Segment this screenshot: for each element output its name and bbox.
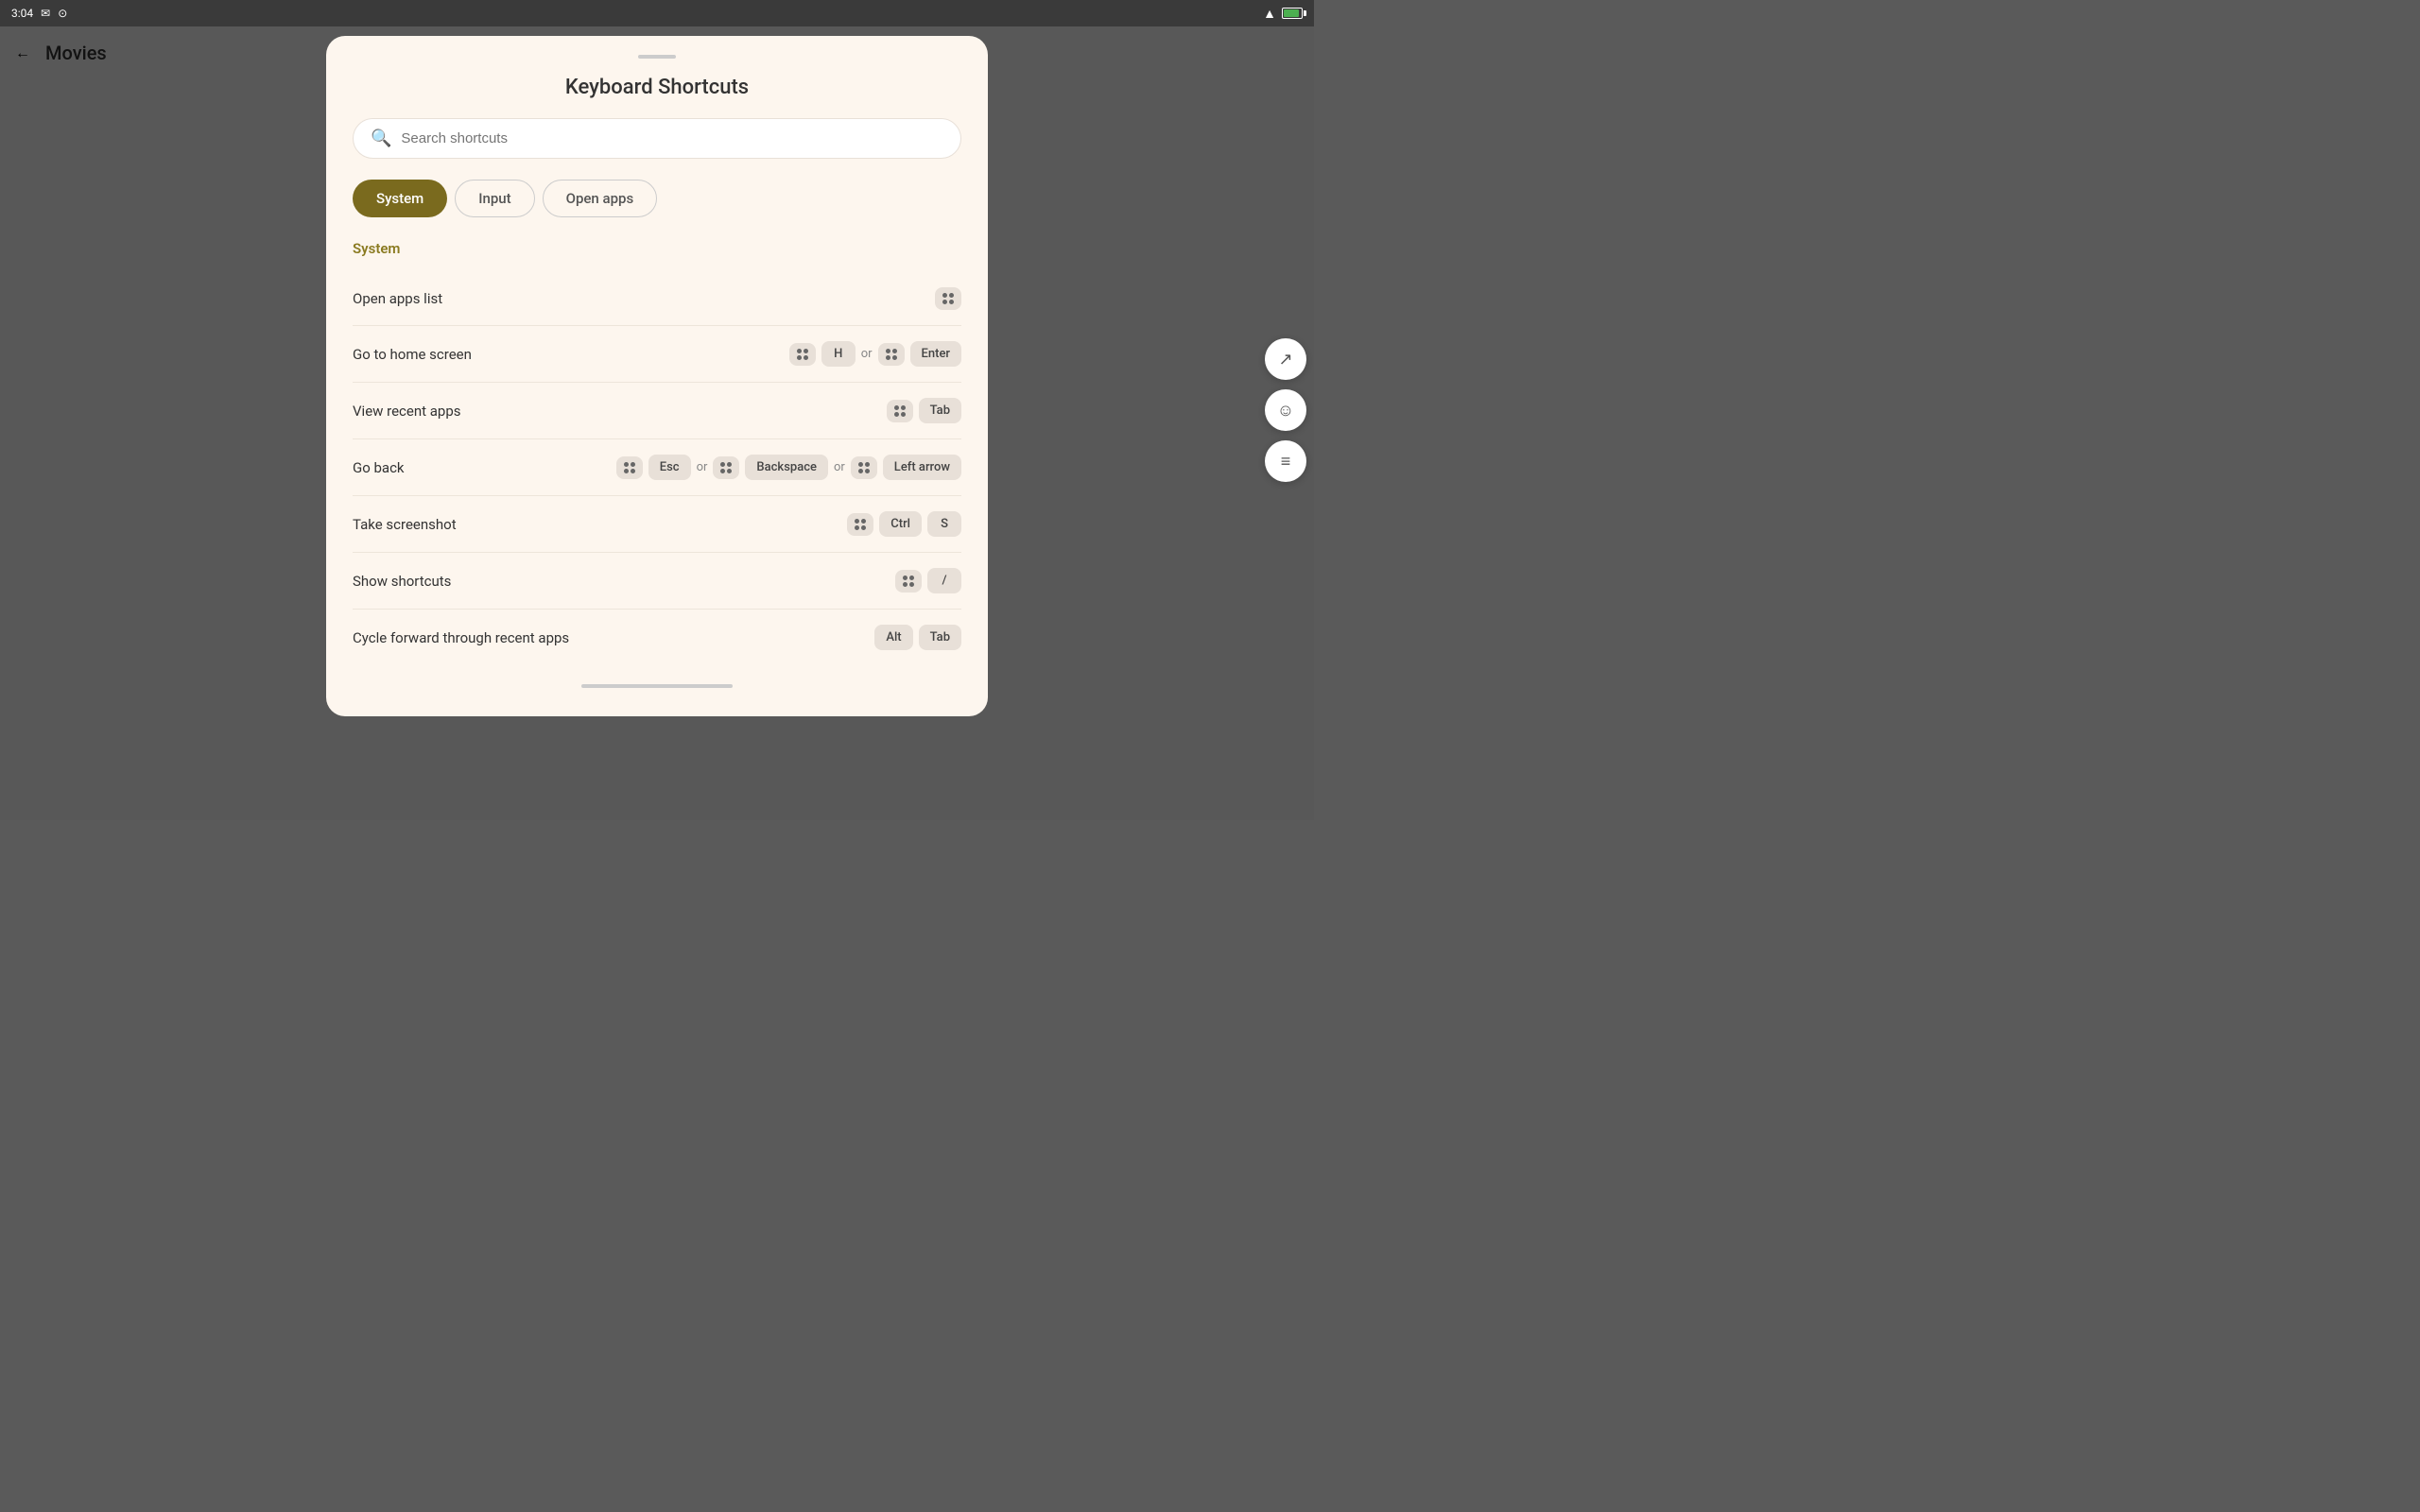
shortcut-take-screenshot: Take screenshot Ctrl S [353,496,961,553]
shortcut-label-go-back: Go back [353,459,405,476]
section-header: System [353,240,961,257]
key-tab-2: Tab [919,625,961,650]
key-or-2: or [697,460,708,474]
tab-system[interactable]: System [353,180,447,217]
key-grid-7 [851,456,877,479]
search-bar[interactable]: 🔍 [353,118,961,159]
menu-icon: ≡ [1281,452,1291,472]
expand-button[interactable]: ↗ [1265,338,1306,380]
fab-container: ↗ ☺ ≡ [1265,338,1306,482]
tab-input[interactable]: Input [455,180,534,217]
status-bar-left: 3:04 ✉ ⊙ [11,7,67,20]
emoji-button[interactable]: ☺ [1265,389,1306,431]
emoji-icon: ☺ [1277,401,1294,421]
tab-bar: System Input Open apps [353,180,961,217]
shortcut-show-shortcuts: Show shortcuts / [353,553,961,610]
shortcut-go-back: Go back Esc or Backspace or Left arr [353,439,961,496]
shortcut-label-view-recent: View recent apps [353,403,461,420]
shortcut-list: Open apps list Go to home screen H or [353,272,961,665]
shortcut-keys-cycle-forward: Alt Tab [874,625,961,650]
time-display: 3:04 [11,7,33,20]
key-grid-2 [789,343,816,366]
shortcut-keys-view-recent: Tab [887,398,961,423]
key-grid-1 [935,287,961,310]
shortcut-keys-go-to-home: H or Enter [789,341,961,367]
key-left-arrow: Left arrow [883,455,961,480]
shortcut-open-apps-list: Open apps list [353,272,961,326]
wifi-icon: ▲ [1263,6,1276,22]
key-h: H [821,341,856,367]
key-or-1: or [861,347,873,361]
email-icon: ✉ [41,7,50,20]
shortcut-label-take-screenshot: Take screenshot [353,516,457,533]
modal-title: Keyboard Shortcuts [353,76,961,99]
key-or-3: or [834,460,845,474]
shortcut-keys-show-shortcuts: / [895,568,961,593]
key-grid-5 [616,456,643,479]
key-grid-4 [887,400,913,422]
shortcut-label-go-to-home: Go to home screen [353,346,472,363]
key-grid-3 [878,343,905,366]
battery-icon [1282,8,1303,19]
shortcut-label-cycle-forward: Cycle forward through recent apps [353,629,569,646]
shortcut-cycle-forward: Cycle forward through recent apps Alt Ta… [353,610,961,665]
key-grid-9 [895,570,922,593]
shortcut-go-to-home: Go to home screen H or Enter [353,326,961,383]
keyboard-shortcuts-modal: Keyboard Shortcuts 🔍 System Input Open a… [326,36,988,716]
search-input[interactable] [401,130,943,146]
key-alt: Alt [874,625,912,650]
status-bar: 3:04 ✉ ⊙ ▲ [0,0,1314,26]
key-enter: Enter [910,341,961,367]
scroll-indicator [581,684,733,688]
shortcut-keys-open-apps-list [935,287,961,310]
key-esc: Esc [648,455,691,480]
shortcut-keys-go-back: Esc or Backspace or Left arrow [616,455,961,480]
key-grid-6 [713,456,739,479]
search-icon: 🔍 [371,129,391,148]
key-backspace: Backspace [745,455,828,480]
shortcut-view-recent: View recent apps Tab [353,383,961,439]
key-grid-8 [847,513,873,536]
alarm-icon: ⊙ [58,7,67,20]
key-slash: / [927,568,961,593]
modal-drag-handle[interactable] [638,55,676,59]
menu-button[interactable]: ≡ [1265,440,1306,482]
modal-overlay: Keyboard Shortcuts 🔍 System Input Open a… [0,26,1314,820]
status-bar-right: ▲ [1263,6,1303,22]
shortcut-label-show-shortcuts: Show shortcuts [353,573,451,590]
key-s: S [927,511,961,537]
tab-open-apps[interactable]: Open apps [543,180,658,217]
key-ctrl: Ctrl [879,511,922,537]
shortcut-keys-take-screenshot: Ctrl S [847,511,961,537]
shortcut-label-open-apps-list: Open apps list [353,290,442,307]
expand-icon: ↗ [1278,350,1292,369]
key-tab-1: Tab [919,398,961,423]
